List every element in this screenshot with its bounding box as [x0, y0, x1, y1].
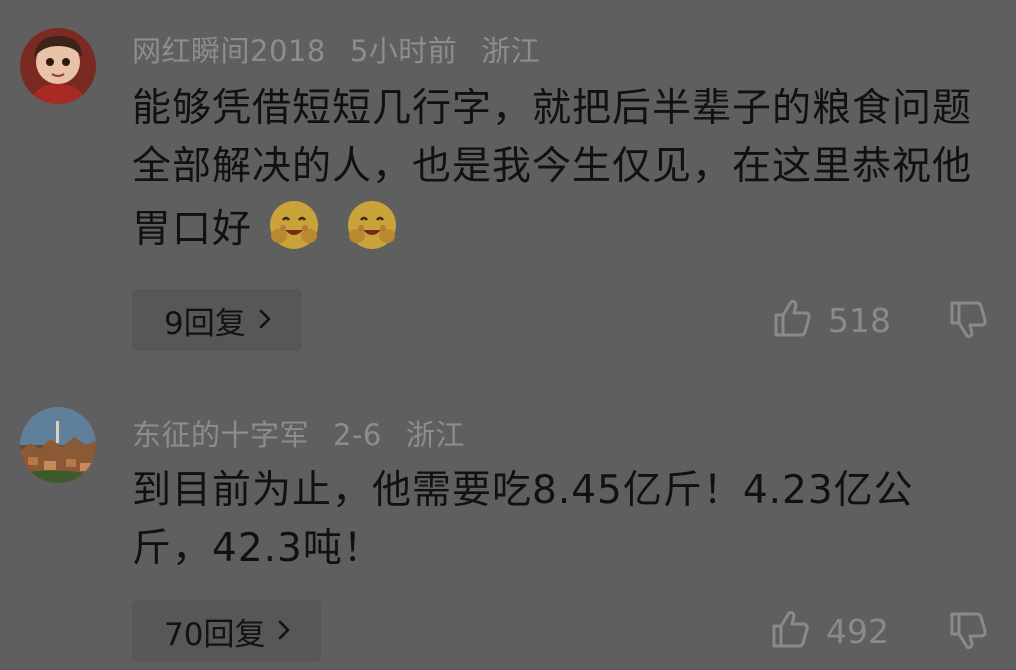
replies-label: 70回复: [164, 616, 266, 653]
like-count: 518: [828, 300, 891, 340]
chevron-right-icon: [277, 614, 291, 649]
comment-time: 5小时前: [349, 34, 458, 68]
comment-item: 东征的十字军 2-6 浙江 到目前为止，他需要吃8.45亿斤！4.23亿公斤，42.…: [0, 360, 1016, 670]
username[interactable]: 东征的十字军: [132, 418, 309, 452]
comment-time: 2-6: [333, 418, 382, 452]
like-group: 518: [770, 296, 891, 344]
hugging-face-emoji-icon: [265, 196, 323, 254]
thumbs-down-icon[interactable]: [946, 298, 990, 346]
thumbs-down-icon[interactable]: [946, 609, 990, 657]
thumbs-up-icon[interactable]: [768, 607, 812, 655]
comment-text: 到目前为止，他需要吃8.45亿斤！4.23亿公斤，42.3吨！: [132, 468, 914, 571]
comment-meta: 网红瞬间2018 5小时前 浙江: [132, 28, 564, 70]
comment-list: { "comments": [ { "username": "网红瞬间2018"…: [0, 0, 1016, 670]
like-group: 492: [768, 607, 889, 655]
view-replies-button[interactable]: 9回复: [132, 289, 302, 351]
user-avatar[interactable]: [20, 407, 96, 483]
user-avatar[interactable]: [20, 28, 96, 104]
comment-text-block: 到目前为止，他需要吃8.45亿斤！4.23亿公斤，42.3吨！: [132, 462, 982, 578]
thumbs-up-icon[interactable]: [770, 296, 814, 344]
hugging-face-emoji-icon: [343, 196, 401, 254]
replies-label: 9回复: [164, 305, 246, 342]
like-count: 492: [826, 611, 889, 651]
comment-item: 网红瞬间2018 5小时前 浙江 能够凭借短短几行字，就把后半辈子的粮食问题全部解决…: [0, 0, 1016, 360]
comment-text-block: 能够凭借短短几行字，就把后半辈子的粮食问题全部解决的人，也是我今生仅见，在这里恭…: [132, 80, 982, 259]
comment-meta: 东征的十字军 2-6 浙江: [132, 412, 489, 454]
comment-location: 浙江: [481, 34, 541, 68]
view-replies-button[interactable]: 70回复: [132, 600, 322, 662]
comment-location: 浙江: [405, 418, 465, 452]
chevron-right-icon: [258, 303, 272, 338]
comment-text: 能够凭借短短几行字，就把后半辈子的粮食问题全部解决的人，也是我今生仅见，在这里恭…: [132, 86, 973, 252]
username[interactable]: 网红瞬间2018: [132, 34, 326, 68]
